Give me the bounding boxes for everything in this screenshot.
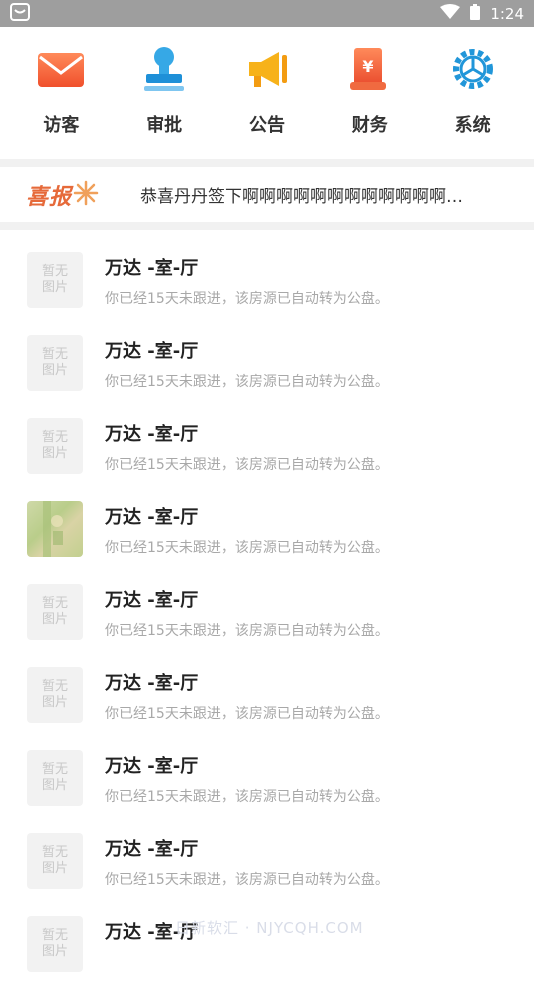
listing-subtitle: 你已经15天未跟进，该房源已自动转为公盘。 xyxy=(105,789,389,805)
nav-approval[interactable]: 审批 xyxy=(119,41,209,137)
megaphone-icon xyxy=(239,41,295,97)
no-image-placeholder: 暂无 图片 xyxy=(27,916,83,972)
yuan-receipt-icon: ¥ xyxy=(342,41,398,97)
battery-icon xyxy=(470,3,481,24)
nav-announcement[interactable]: 公告 xyxy=(222,41,312,137)
listing-title: 万达 -室-厅 xyxy=(105,258,199,279)
watermark: 日新软汇 · NJYCQH.COM xyxy=(175,919,364,937)
news-text: 恭喜丹丹签下啊啊啊啊啊啊啊啊啊啊啊啊… xyxy=(140,187,464,207)
notification-icon xyxy=(10,2,30,25)
nav-visitor[interactable]: 访客 xyxy=(16,41,106,137)
listing-subtitle: 你已经15天未跟进，该房源已自动转为公盘。 xyxy=(105,374,389,390)
gear-icon xyxy=(445,41,501,97)
clock-time: 1:24 xyxy=(490,4,524,23)
listing-subtitle: 你已经15天未跟进，该房源已自动转为公盘。 xyxy=(105,872,389,888)
listing-photo xyxy=(27,501,83,557)
listing-title: 万达 -室-厅 xyxy=(105,673,199,694)
no-image-placeholder: 暂无 图片 xyxy=(27,252,83,308)
nav-system[interactable]: 系统 xyxy=(428,41,518,137)
listing-list: 暂无 图片 万达 -室-厅 你已经15天未跟进，该房源已自动转为公盘。 暂无 图… xyxy=(0,230,534,989)
list-item[interactable]: 暂无 图片 万达 -室-厅 你已经15天未跟进，该房源已自动转为公盘。 xyxy=(0,242,534,325)
listing-subtitle: 你已经15天未跟进，该房源已自动转为公盘。 xyxy=(105,291,389,307)
listing-title: 万达 -室-厅 xyxy=(105,839,199,860)
list-item[interactable]: 暂无 图片 万达 -室-厅 你已经15天未跟进，该房源已自动转为公盘。 xyxy=(0,408,534,491)
listing-subtitle: 你已经15天未跟进，该房源已自动转为公盘。 xyxy=(105,457,389,473)
list-item[interactable]: 万达 -室-厅 你已经15天未跟进，该房源已自动转为公盘。 xyxy=(0,491,534,574)
status-bar: 1:24 xyxy=(0,0,534,27)
listing-subtitle: 你已经15天未跟进，该房源已自动转为公盘。 xyxy=(105,706,389,722)
no-image-placeholder: 暂无 图片 xyxy=(27,750,83,806)
quick-nav: 访客 审批 公告 ¥ 财务 系统 xyxy=(0,27,534,159)
sparkle-icon xyxy=(72,179,100,211)
no-image-placeholder: 暂无 图片 xyxy=(27,418,83,474)
no-image-placeholder: 暂无 图片 xyxy=(27,833,83,889)
news-badge: 喜报 xyxy=(26,179,100,211)
list-item[interactable]: 暂无 图片 万达 -室-厅 你已经15天未跟进，该房源已自动转为公盘。 xyxy=(0,657,534,740)
listing-title: 万达 -室-厅 xyxy=(105,590,199,611)
news-title: 喜报 xyxy=(26,183,73,210)
news-ticker[interactable]: 喜报 恭喜丹丹签下啊啊啊啊啊啊啊啊啊啊啊啊… xyxy=(0,167,534,230)
section-divider xyxy=(0,159,534,167)
list-item[interactable]: 暂无 图片 万达 -室-厅 你已经15天未跟进，该房源已自动转为公盘。 xyxy=(0,823,534,906)
no-image-placeholder: 暂无 图片 xyxy=(27,667,83,723)
listing-title: 万达 -室-厅 xyxy=(105,341,199,362)
listing-title: 万达 -室-厅 xyxy=(105,507,199,528)
listing-subtitle: 你已经15天未跟进，该房源已自动转为公盘。 xyxy=(105,623,389,639)
no-image-placeholder: 暂无 图片 xyxy=(27,584,83,640)
list-item[interactable]: 暂无 图片 万达 -室-厅 你已经15天未跟进，该房源已自动转为公盘。 xyxy=(0,325,534,408)
nav-finance[interactable]: ¥ 财务 xyxy=(325,41,415,137)
list-item[interactable]: 暂无 图片 万达 -室-厅 你已经15天未跟进，该房源已自动转为公盘。 xyxy=(0,740,534,823)
stamp-icon xyxy=(136,41,192,97)
no-image-placeholder: 暂无 图片 xyxy=(27,335,83,391)
list-item[interactable]: 暂无 图片 万达 -室-厅 你已经15天未跟进，该房源已自动转为公盘。 xyxy=(0,574,534,657)
listing-title: 万达 -室-厅 xyxy=(105,424,199,445)
svg-text:¥: ¥ xyxy=(362,57,373,76)
listing-subtitle: 你已经15天未跟进，该房源已自动转为公盘。 xyxy=(105,540,389,556)
listing-title: 万达 -室-厅 xyxy=(105,756,199,777)
mail-icon xyxy=(33,41,89,97)
wifi-icon xyxy=(440,3,461,24)
